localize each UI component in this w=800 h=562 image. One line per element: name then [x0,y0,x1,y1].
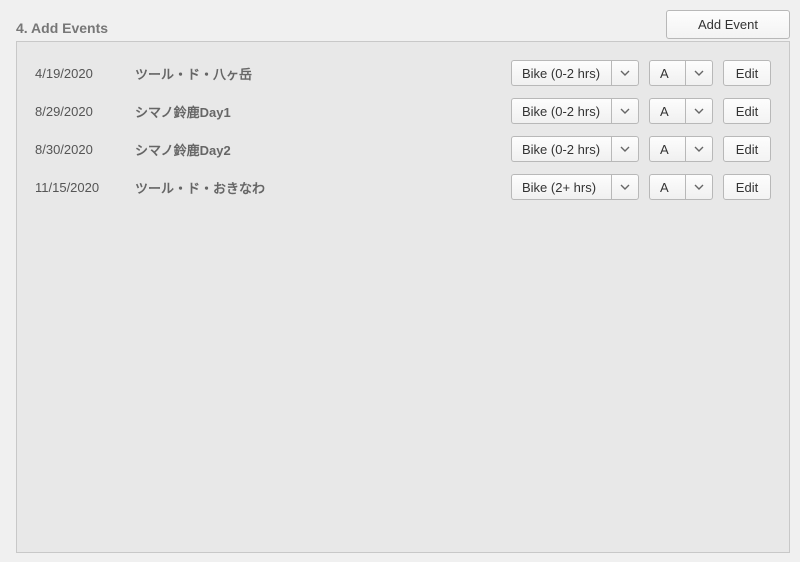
event-type-select[interactable]: Bike (2+ hrs) [511,174,639,200]
event-row: 4/19/2020 ツール・ド・八ヶ岳 Bike (0-2 hrs) A Edi… [35,60,771,86]
event-name: シマノ鈴鹿Day1 [135,102,501,121]
event-type-value[interactable]: Bike (0-2 hrs) [511,60,611,86]
chevron-down-icon[interactable] [611,60,639,86]
event-priority-select[interactable]: A [649,136,713,162]
event-name: ツール・ド・八ヶ岳 [135,64,501,83]
edit-button[interactable]: Edit [723,136,771,162]
event-row: 11/15/2020 ツール・ド・おきなわ Bike (2+ hrs) A Ed… [35,174,771,200]
event-type-select[interactable]: Bike (0-2 hrs) [511,136,639,162]
event-priority-select[interactable]: A [649,174,713,200]
chevron-down-icon[interactable] [685,60,713,86]
event-name: シマノ鈴鹿Day2 [135,140,501,159]
event-type-select[interactable]: Bike (0-2 hrs) [511,98,639,124]
event-priority-select[interactable]: A [649,60,713,86]
event-type-value[interactable]: Bike (0-2 hrs) [511,136,611,162]
event-date: 4/19/2020 [35,66,125,81]
event-date: 11/15/2020 [35,180,125,195]
edit-button[interactable]: Edit [723,174,771,200]
event-type-value[interactable]: Bike (2+ hrs) [511,174,611,200]
edit-button[interactable]: Edit [723,98,771,124]
chevron-down-icon[interactable] [611,98,639,124]
event-priority-value[interactable]: A [649,174,685,200]
edit-button[interactable]: Edit [723,60,771,86]
chevron-down-icon[interactable] [611,174,639,200]
event-priority-value[interactable]: A [649,136,685,162]
event-priority-value[interactable]: A [649,60,685,86]
event-type-value[interactable]: Bike (0-2 hrs) [511,98,611,124]
chevron-down-icon[interactable] [611,136,639,162]
event-priority-select[interactable]: A [649,98,713,124]
event-date: 8/29/2020 [35,104,125,119]
events-panel: 4/19/2020 ツール・ド・八ヶ岳 Bike (0-2 hrs) A Edi… [16,41,790,553]
event-type-select[interactable]: Bike (0-2 hrs) [511,60,639,86]
add-event-button[interactable]: Add Event [666,10,790,39]
chevron-down-icon[interactable] [685,174,713,200]
event-row: 8/29/2020 シマノ鈴鹿Day1 Bike (0-2 hrs) A Edi… [35,98,771,124]
section-title: 4. Add Events [16,14,108,36]
chevron-down-icon[interactable] [685,136,713,162]
event-row: 8/30/2020 シマノ鈴鹿Day2 Bike (0-2 hrs) A Edi… [35,136,771,162]
chevron-down-icon[interactable] [685,98,713,124]
event-name: ツール・ド・おきなわ [135,178,501,197]
event-date: 8/30/2020 [35,142,125,157]
event-priority-value[interactable]: A [649,98,685,124]
